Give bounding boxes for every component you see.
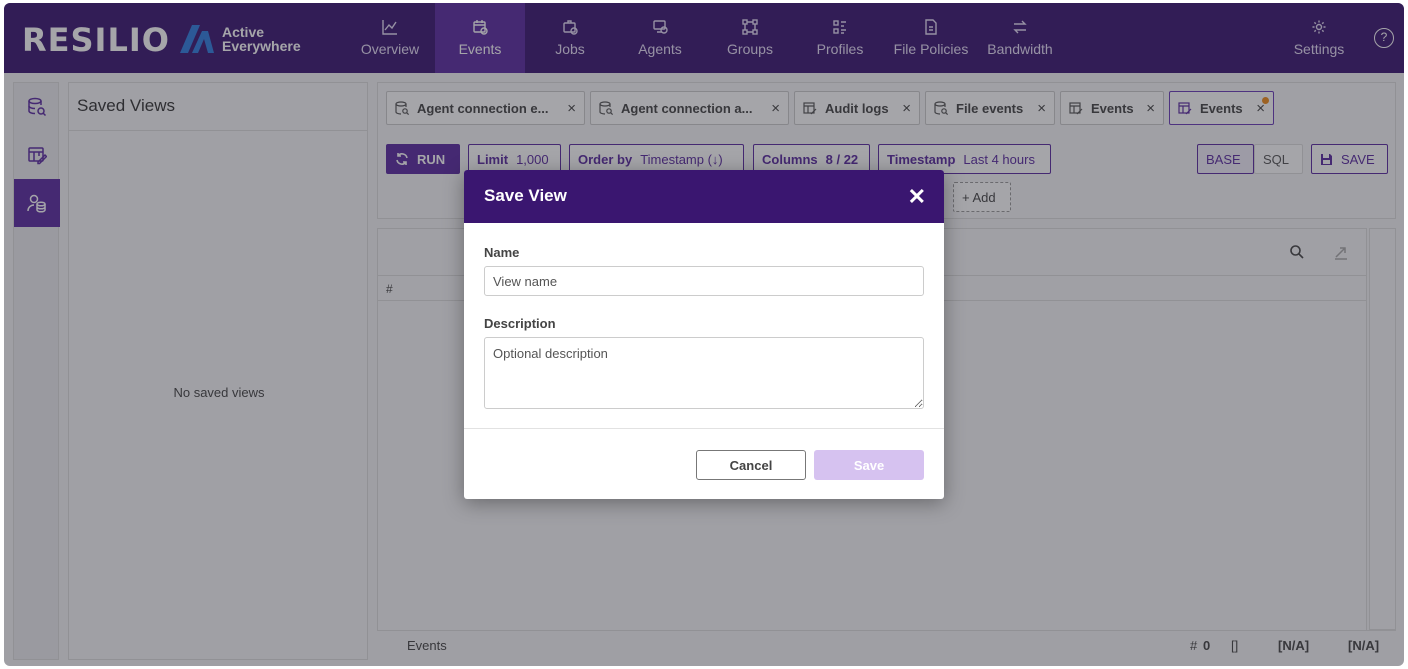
dialog-title: Save View (484, 186, 567, 205)
dialog-body: Name Description (464, 223, 944, 414)
close-icon[interactable]: ✕ (908, 184, 926, 210)
name-label: Name (484, 245, 520, 260)
dialog-footer: Cancel Save (464, 428, 944, 499)
description-textarea[interactable] (484, 337, 924, 409)
cancel-button[interactable]: Cancel (696, 450, 806, 480)
save-button[interactable]: Save (814, 450, 924, 480)
view-name-input[interactable] (484, 266, 924, 296)
app-window: RESILIO Active Everywhere Overview Event… (4, 3, 1404, 666)
save-view-dialog: Save View ✕ Name Description Cancel Save (464, 170, 944, 499)
description-label: Description (484, 316, 556, 331)
dialog-header: Save View ✕ (464, 170, 944, 223)
